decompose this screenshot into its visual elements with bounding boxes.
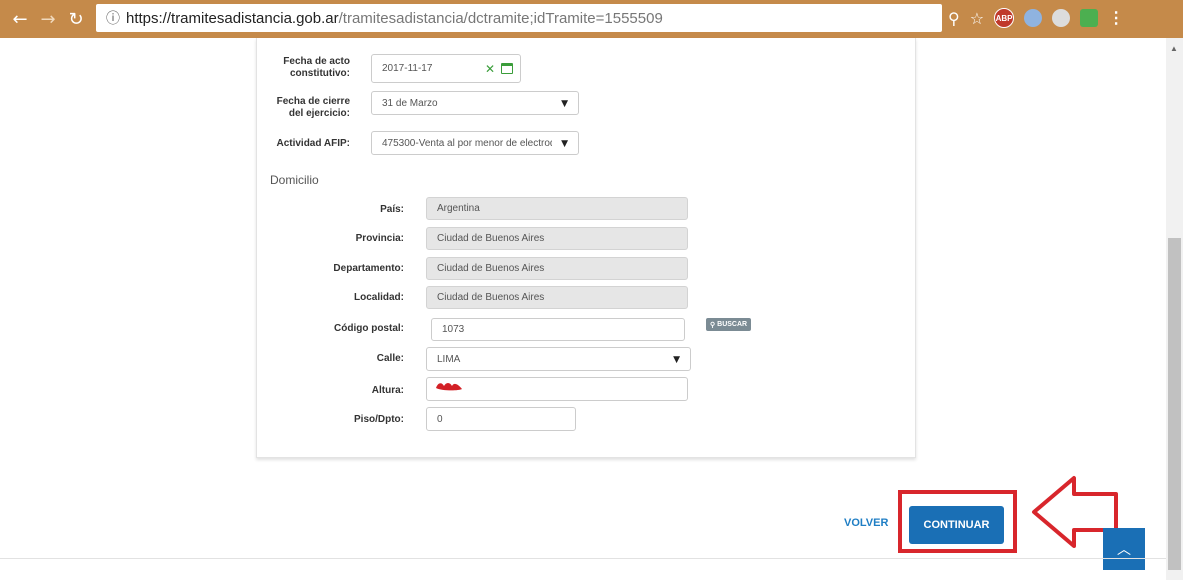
localidad-field: Ciudad de Buenos Aires — [426, 286, 688, 309]
departamento-label: Departamento: — [333, 263, 404, 274]
redaction-mark — [436, 383, 462, 391]
localidad-value: Ciudad de Buenos Aires — [437, 292, 545, 303]
highlight-box — [898, 490, 1017, 553]
search-icon: ⚲ — [710, 321, 716, 329]
chevron-down-icon: ▼ — [561, 139, 568, 149]
actividad-value: 475300-Venta al por menor de electrodó — [382, 137, 552, 149]
provincia-value: Ciudad de Buenos Aires — [437, 233, 545, 244]
departamento-value: Ciudad de Buenos Aires — [437, 263, 545, 274]
forward-arrow-icon[interactable]: → — [34, 9, 62, 30]
scroll-thumb[interactable] — [1168, 238, 1181, 570]
calle-label: Calle: — [376, 353, 404, 364]
provincia-label: Provincia: — [355, 233, 404, 244]
url-host: https://tramitesadistancia.gob.ar — [126, 9, 339, 27]
info-icon[interactable]: ⓘ — [106, 8, 120, 28]
buscar-label: BUSCAR — [717, 321, 748, 328]
actividad-label: Actividad AFIP: — [276, 138, 350, 149]
reload-icon[interactable]: ↻ — [62, 9, 90, 30]
volver-button[interactable]: VOLVER — [844, 517, 888, 529]
pais-field: Argentina — [426, 197, 688, 220]
menu-icon[interactable]: ⋮ — [1108, 8, 1124, 28]
extension-icon[interactable] — [1024, 9, 1043, 27]
fecha-acto-label: Fecha de acto constitutivo: — [283, 56, 350, 79]
fecha-cierre-select[interactable]: 31 de Marzo ▼ — [371, 91, 579, 115]
cp-input[interactable]: 1073 — [431, 318, 685, 341]
calle-select[interactable]: LIMA ▼ — [426, 347, 691, 371]
fecha-acto-value: 2017-11-17 — [382, 63, 433, 74]
altura-input[interactable] — [426, 377, 688, 401]
address-bar[interactable]: ⓘ https://tramitesadistancia.gob.ar/tram… — [96, 4, 942, 32]
chevron-down-icon: ▼ — [673, 355, 680, 365]
zoom-icon[interactable]: ⚲ — [948, 9, 960, 28]
extension-gray-icon[interactable] — [1052, 9, 1071, 27]
domicilio-title: Domicilio — [270, 173, 319, 187]
piso-value: 0 — [437, 413, 443, 425]
chevron-down-icon: ▼ — [561, 99, 568, 109]
pais-label: País: — [380, 204, 404, 215]
back-to-top-button[interactable]: ︿ — [1103, 528, 1145, 570]
piso-label: Piso/Dpto: — [354, 414, 404, 425]
altura-label: Altura: — [371, 385, 404, 396]
scroll-up-arrow-icon[interactable]: ▲ — [1170, 44, 1178, 53]
fecha-acto-input[interactable]: 2017-11-17 — [371, 54, 521, 83]
cp-label: Código postal: — [334, 323, 404, 334]
fecha-cierre-value: 31 de Marzo — [382, 97, 438, 109]
scrollbar[interactable]: ▲ — [1166, 38, 1183, 580]
extension-badge-icon[interactable] — [1080, 9, 1099, 27]
calendar-icon[interactable] — [501, 63, 513, 74]
actividad-select[interactable]: 475300-Venta al por menor de electrodó ▼ — [371, 131, 579, 155]
cp-value: 1073 — [442, 324, 465, 335]
toolbar-actions: ⚲ ☆ ABP ⋮ — [948, 8, 1124, 28]
buscar-button[interactable]: ⚲ BUSCAR — [706, 318, 752, 331]
localidad-label: Localidad: — [353, 292, 404, 303]
divider — [0, 558, 1166, 559]
provincia-field: Ciudad de Buenos Aires — [426, 227, 688, 250]
adblock-icon[interactable]: ABP — [994, 8, 1015, 28]
pais-value: Argentina — [437, 203, 480, 214]
piso-input[interactable]: 0 — [426, 407, 576, 431]
fecha-cierre-label: Fecha de cierre del ejercicio: — [276, 96, 350, 119]
calle-value: LIMA — [437, 353, 461, 365]
clear-icon[interactable]: ✕ — [485, 62, 495, 76]
url-path: /tramitesadistancia/dctramite;idTramite=… — [338, 9, 663, 27]
departamento-field: Ciudad de Buenos Aires — [426, 257, 688, 280]
star-icon[interactable]: ☆ — [970, 9, 984, 28]
back-arrow-icon[interactable]: ← — [6, 9, 34, 30]
chevron-up-icon: ︿ — [1117, 542, 1131, 558]
